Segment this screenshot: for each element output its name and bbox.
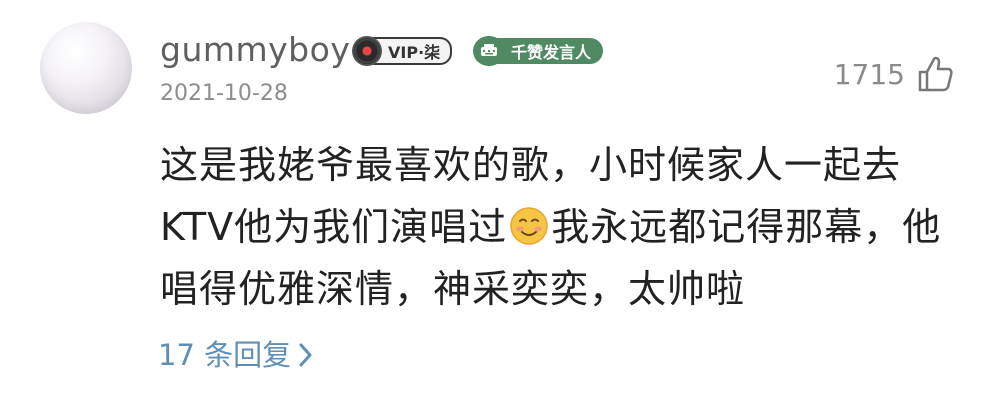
like-count: 1715 (833, 57, 905, 91)
smiling-face-icon (509, 206, 549, 246)
typewriter-icon (473, 36, 505, 66)
replies-label: 17 条回复 (158, 338, 292, 372)
vinyl-record-icon (352, 36, 382, 66)
comment-body: 这是我姥爷最喜欢的歌，小时候家人一起去 KTV他为我们演唱过 我永远都记得那幕，… (160, 134, 970, 320)
comment-line-3: 唱得优雅深情，神采奕奕，太帅啦 (160, 267, 746, 311)
comment-line-2-start: KTV他为我们演唱过 (160, 205, 508, 249)
comment-line-2: KTV他为我们演唱过 我永远都记得那幕，他 (160, 196, 970, 258)
username[interactable]: gummyboy (160, 30, 350, 70)
vip-badge[interactable]: VIP·柒 (352, 36, 453, 66)
thumbs-up-icon[interactable] (915, 53, 955, 95)
like-button[interactable]: 1715 (834, 50, 955, 98)
replies-link[interactable]: 17 条回复 (158, 335, 315, 375)
speaker-badge-label: 千赞发言人 (497, 38, 604, 64)
chevron-right-icon (297, 341, 315, 369)
comment-line-1: 这是我姥爷最喜欢的歌，小时候家人一起去 (160, 143, 902, 187)
speaker-badge[interactable]: 千赞发言人 (473, 36, 604, 66)
vip-badge-label: VIP·柒 (372, 37, 453, 65)
comment-line-2-end: 我永远都记得那幕，他 (551, 205, 942, 249)
comment-date: 2021-10-28 (160, 81, 288, 106)
avatar[interactable] (40, 22, 132, 114)
